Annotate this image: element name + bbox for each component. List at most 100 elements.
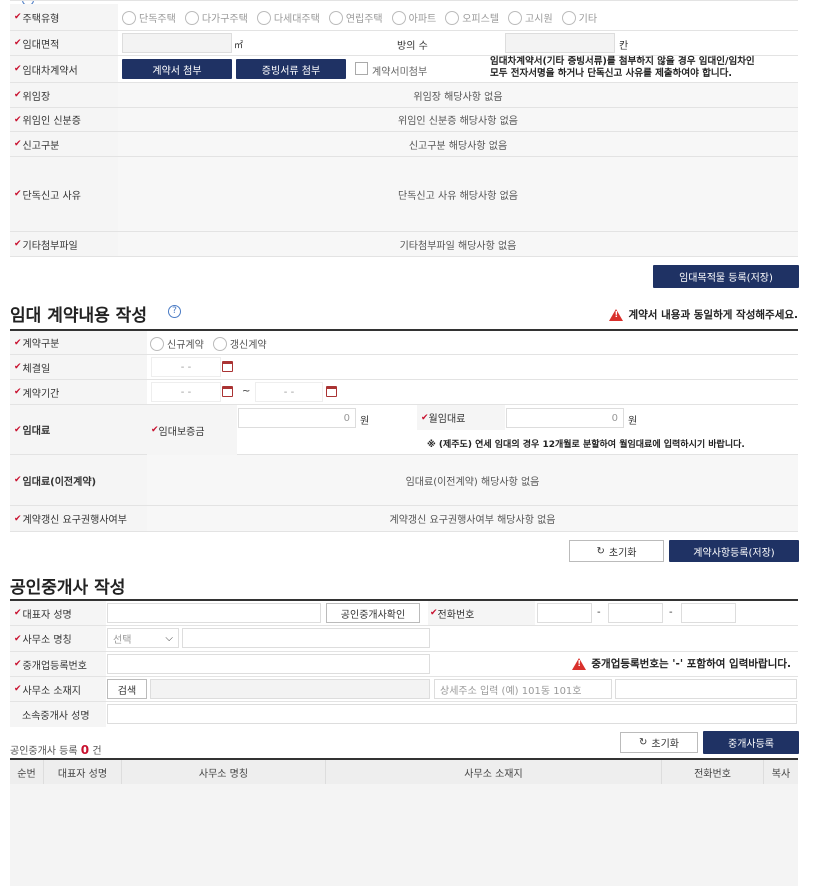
renewal-right-row: ✔ 계약갱신 요구권행사여부 계약갱신 요구권행사여부 해당사항 없음: [10, 506, 798, 532]
area-row: ✔ 임대면적 ㎡ 방의 수 칸: [10, 31, 798, 56]
single-reason-row: ✔ 단독신고 사유 단독신고 사유 해당사항 없음: [10, 157, 798, 232]
radio-row-house[interactable]: 연립주택: [328, 10, 383, 25]
broker-section-title: 공인중개사 작성: [10, 578, 126, 598]
broker-table-body: [10, 784, 798, 886]
etc-file-label: 기타첨부파일: [22, 240, 78, 252]
detail-address-input[interactable]: 상세주소 입력 (예) 101동 101호: [434, 679, 612, 699]
no-attach-label: 계약서미첨부: [372, 67, 428, 78]
prev-rent-label: 임대료(이전계약): [22, 476, 97, 488]
jeju-notice: ※ (제주도) 연세 임대의 경우 12개월로 분할하여 월임대료에 입력하시기…: [427, 440, 745, 450]
col-no: 순번: [10, 760, 44, 784]
warning-icon: [609, 308, 624, 321]
rooms-input[interactable]: [505, 33, 615, 53]
rent-row: ✔ 임대료 ✔ 임대보증금 0 원 ✔ 월임대료 0 원 ※ (제주도) 연세 임대의…: [10, 405, 798, 455]
rooms-label: 방의 수: [397, 41, 428, 52]
radio-multi-household[interactable]: 다가구주택: [184, 10, 248, 25]
period-label: 계약기간: [22, 388, 60, 400]
contract-type-label: 계약구분: [22, 339, 60, 350]
radio-other[interactable]: 기타: [561, 10, 597, 25]
contract-reset-button[interactable]: ↻ 초기화: [569, 540, 664, 562]
period-tilde: ~: [242, 386, 251, 397]
prev-rent-na: 임대료(이전계약) 해당사항 없음: [147, 455, 798, 505]
delegate-id-na: 위임인 신분증 해당사항 없음: [118, 108, 798, 131]
monthly-won: 원: [628, 416, 638, 427]
reg-no-row: ✔중개업등록번호 중개업등록번호는 '-' 포함하여 입력바랍니다.: [10, 652, 798, 677]
chevron-down-icon: ⌵: [165, 632, 173, 644]
office-select[interactable]: 선택 ⌵: [107, 628, 179, 648]
monthly-input[interactable]: 0: [506, 408, 624, 428]
radio-renew-contract[interactable]: 갱신계약: [212, 336, 267, 351]
contract-warning: 계약서 내용과 동일하게 작성해주세요.: [609, 307, 798, 322]
register-property-button[interactable]: 임대목적물 등록(저장): [653, 265, 799, 288]
broker-reset-button[interactable]: ↻ 초기화: [620, 732, 698, 753]
rep-name-row: ✔ 대표자 성명 공인중개사확인 ✔ 전화번호 - -: [10, 601, 798, 626]
prev-rent-row: ✔ 임대료(이전계약) 임대료(이전계약) 해당사항 없음: [10, 455, 798, 506]
attach-contract-button[interactable]: 계약서 첨부: [122, 59, 232, 79]
radio-goshiwon[interactable]: 고시원: [508, 10, 553, 25]
area-input[interactable]: [122, 33, 232, 53]
address-input[interactable]: [150, 679, 430, 699]
report-type-row: ✔ 신고구분 신고구분 해당사항 없음: [10, 132, 798, 157]
office-name-input[interactable]: [182, 628, 430, 648]
no-attach-checkbox[interactable]: [355, 62, 368, 75]
deposit-input[interactable]: 0: [238, 408, 356, 428]
period-start-input[interactable]: - -: [151, 382, 221, 402]
delegate-id-label: 위임인 신분증: [22, 116, 81, 127]
sign-date-label: 체결일: [22, 363, 51, 375]
single-reason-na: 단독신고 사유 해당사항 없음: [118, 157, 798, 231]
contract-doc-label: 임대차계약서: [22, 65, 78, 77]
radio-multi-family[interactable]: 다세대주택: [256, 10, 320, 25]
phone-input-2[interactable]: [608, 603, 663, 623]
reset-icon: ↻: [639, 737, 648, 748]
agent-name-label: 소속중개사 성명: [22, 711, 90, 722]
broker-count: 공인중개사 등록 0 건: [10, 743, 102, 757]
radio-new-contract[interactable]: 신규계약: [150, 336, 204, 351]
contract-save-button[interactable]: 계약사항등록(저장): [669, 540, 799, 562]
rooms-unit: 칸: [619, 41, 629, 52]
col-address: 사무소 소재지: [326, 760, 662, 784]
col-phone: 전화번호: [662, 760, 764, 784]
renewal-right-label: 계약갱신 요구권행사여부: [22, 515, 127, 526]
contract-section-title: 임대 계약내용 작성: [10, 306, 147, 326]
single-reason-label: 단독신고 사유: [22, 190, 81, 202]
agent-name-input[interactable]: [107, 704, 797, 724]
col-rep-name: 대표자 성명: [44, 760, 122, 784]
radio-officetel[interactable]: 오피스텔: [445, 10, 499, 25]
calendar-icon[interactable]: [222, 386, 233, 397]
phone-input-3[interactable]: [681, 603, 736, 623]
calendar-icon[interactable]: [326, 386, 337, 397]
sign-date-input[interactable]: - -: [151, 357, 221, 377]
contract-type-row: ✔ 계약구분 신규계약 갱신계약: [10, 331, 798, 355]
etc-file-row: ✔ 기타첨부파일 기타첨부파일 해당사항 없음: [10, 232, 798, 257]
address-label: 사무소 소재지: [22, 685, 81, 697]
extra-address-input[interactable]: [615, 679, 797, 699]
renewal-right-na: 계약갱신 요구권행사여부 해당사항 없음: [147, 506, 798, 531]
area-unit: ㎡: [234, 41, 244, 51]
housing-type-row: ✔ 주택유형 단독주택 다가구주택 다세대주택 연립주택 아파트 오피스텔 고시원…: [10, 4, 798, 31]
contract-doc-row: ✔ 임대차계약서 계약서 첨부 증빙서류 첨부 계약서미첨부 임대차계약서(기타 …: [10, 56, 798, 83]
sign-date-row: ✔ 체결일 - -: [10, 355, 798, 380]
verify-broker-button[interactable]: 공인중개사확인: [326, 603, 420, 623]
phone-input-1[interactable]: [537, 603, 592, 623]
broker-register-button[interactable]: 중개사등록: [703, 731, 799, 754]
monthly-label: 월임대료: [428, 414, 466, 425]
office-name-label: 사무소 명칭: [22, 635, 72, 646]
calendar-icon[interactable]: [222, 361, 233, 372]
warning-icon: [572, 657, 587, 670]
delegation-na: 위임장 해당사항 없음: [118, 83, 798, 107]
period-end-input[interactable]: - -: [255, 382, 323, 402]
contract-notice: 임대차계약서(기타 증빙서류)를 첨부하지 않을 경우 임대인/임차인 모두 전…: [490, 56, 755, 79]
address-row: ✔ 사무소 소재지 검색 상세주소 입력 (예) 101동 101호: [10, 677, 798, 702]
reg-no-input[interactable]: [107, 654, 430, 674]
radio-detached[interactable]: 단독주택: [122, 10, 176, 25]
address-search-button[interactable]: 검색: [107, 679, 147, 699]
help-icon[interactable]: ?: [168, 305, 181, 318]
rep-name-input[interactable]: [107, 603, 321, 623]
housing-type-options: 단독주택 다가구주택 다세대주택 연립주택 아파트 오피스텔 고시원 기타: [122, 10, 606, 25]
attach-proof-button[interactable]: 증빙서류 첨부: [236, 59, 346, 79]
office-name-row: ✔ 사무소 명칭 선택 ⌵: [10, 626, 798, 652]
report-type-label: 신고구분: [22, 140, 60, 152]
delegate-id-row: ✔ 위임인 신분증 위임인 신분증 해당사항 없음: [10, 108, 798, 132]
radio-apartment[interactable]: 아파트: [391, 10, 436, 25]
rent-label: 임대료: [22, 426, 51, 437]
